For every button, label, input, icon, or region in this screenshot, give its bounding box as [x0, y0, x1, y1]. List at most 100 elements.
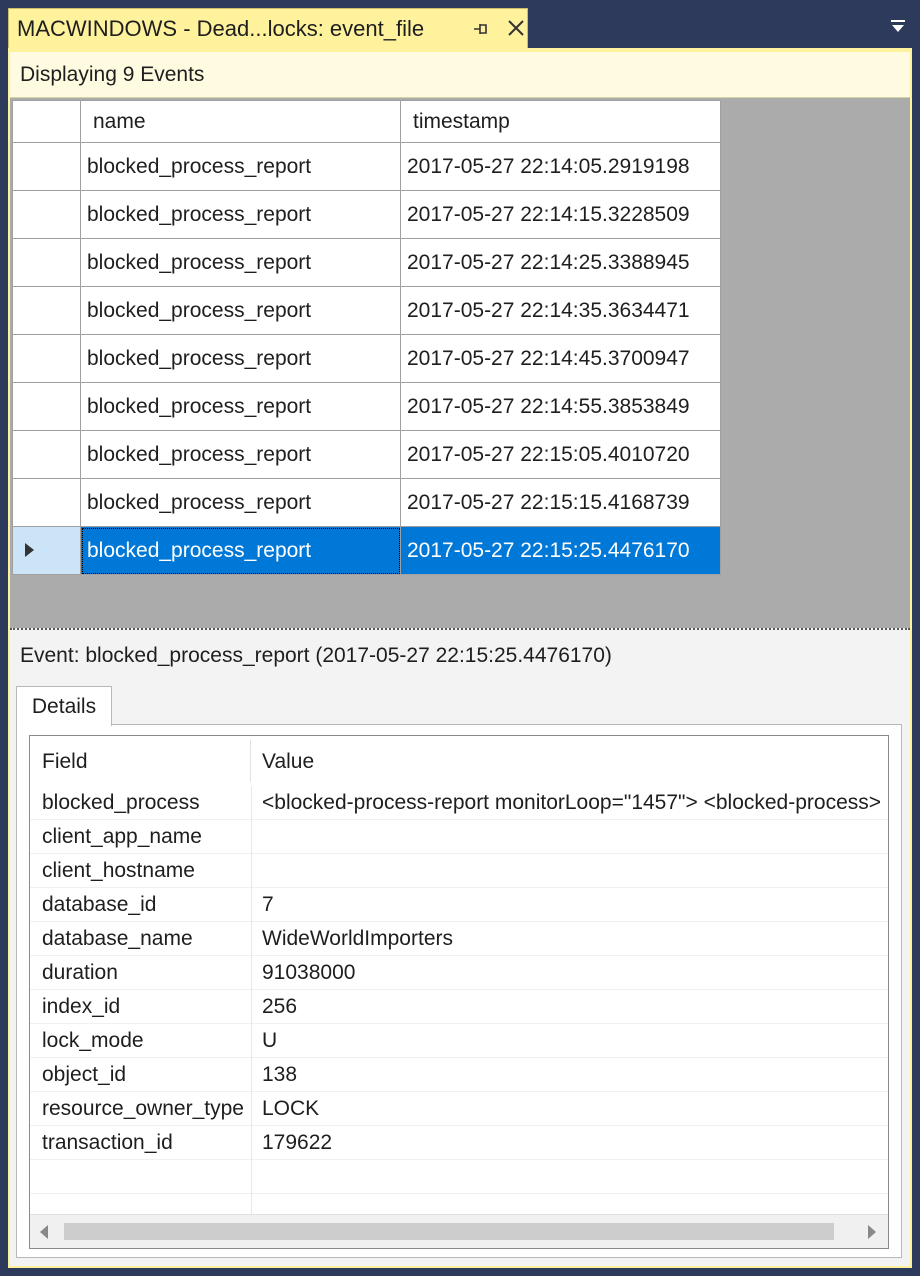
- row-header[interactable]: [12, 334, 81, 383]
- field-value: LOCK: [262, 1097, 320, 1120]
- cell-timestamp[interactable]: 2017-05-27 22:15:25.4476170: [400, 526, 721, 575]
- field-column-header[interactable]: Field: [42, 750, 88, 774]
- tab-details[interactable]: Details: [16, 686, 112, 726]
- column-divider: [251, 786, 252, 820]
- detail-row[interactable]: blocked_process <blocked-process-report …: [30, 786, 888, 820]
- detail-row[interactable]: transaction_id 179622: [30, 1126, 888, 1160]
- cell-name[interactable]: blocked_process_report: [80, 334, 401, 383]
- row-header[interactable]: [12, 430, 81, 479]
- field-name: lock_mode: [42, 1029, 144, 1052]
- row-header[interactable]: [12, 286, 81, 335]
- pin-icon[interactable]: [469, 17, 493, 41]
- cell-name[interactable]: blocked_process_report: [80, 430, 401, 479]
- scroll-thumb[interactable]: [64, 1223, 834, 1240]
- detail-row[interactable]: resource_owner_type LOCK: [30, 1092, 888, 1126]
- cell-name[interactable]: blocked_process_report: [80, 238, 401, 287]
- cell-timestamp[interactable]: 2017-05-27 22:15:15.4168739: [400, 478, 721, 527]
- event-count-text: Displaying 9 Events: [20, 62, 205, 86]
- detail-row-empty: [30, 1160, 888, 1194]
- cell-timestamp[interactable]: 2017-05-27 22:14:35.3634471: [400, 286, 721, 335]
- detail-row[interactable]: database_id 7: [30, 888, 888, 922]
- detail-row[interactable]: duration 91038000: [30, 956, 888, 990]
- cell-name[interactable]: blocked_process_report: [80, 382, 401, 431]
- details-grid: Field Value blocked_process <blocked-pro…: [29, 735, 889, 1249]
- cell-timestamp[interactable]: 2017-05-27 22:14:05.2919198: [400, 142, 721, 191]
- field-name: index_id: [42, 995, 121, 1018]
- scroll-right-icon[interactable]: [868, 1225, 876, 1239]
- field-name: transaction_id: [42, 1131, 173, 1154]
- close-icon[interactable]: [503, 15, 529, 41]
- column-divider: [251, 820, 252, 854]
- field-name: resource_owner_type: [42, 1097, 244, 1120]
- events-grid-area: name timestamp blocked_process_report 20…: [10, 98, 910, 628]
- current-row-arrow-icon: [25, 542, 34, 557]
- table-row[interactable]: blocked_process_report 2017-05-27 22:14:…: [12, 238, 721, 287]
- row-header[interactable]: [12, 190, 81, 239]
- status-bar: Displaying 9 Events: [10, 52, 910, 98]
- cell-name[interactable]: blocked_process_report: [80, 142, 401, 191]
- document-tab[interactable]: MACWINDOWS - Dead...locks: event_file: [8, 8, 528, 48]
- field-name: duration: [42, 961, 118, 984]
- details-header: Field Value: [30, 736, 888, 786]
- field-value: 7: [262, 893, 274, 916]
- detail-row[interactable]: client_hostname: [30, 854, 888, 888]
- cell-timestamp[interactable]: 2017-05-27 22:14:45.3700947: [400, 334, 721, 383]
- row-header-corner: [12, 100, 81, 143]
- table-row[interactable]: blocked_process_report 2017-05-27 22:15:…: [12, 478, 721, 527]
- cell-name[interactable]: blocked_process_report: [80, 286, 401, 335]
- field-value: 179622: [262, 1131, 333, 1154]
- table-row[interactable]: blocked_process_report 2017-05-27 22:14:…: [12, 382, 721, 431]
- cell-name[interactable]: blocked_process_report: [80, 478, 401, 527]
- table-row[interactable]: blocked_process_report 2017-05-27 22:14:…: [12, 334, 721, 383]
- column-header-timestamp[interactable]: timestamp: [400, 100, 721, 143]
- detail-row[interactable]: index_id 256: [30, 990, 888, 1024]
- detail-row[interactable]: object_id 138: [30, 1058, 888, 1092]
- value-column-header[interactable]: Value: [262, 750, 314, 774]
- column-divider: [251, 888, 252, 922]
- scroll-left-icon[interactable]: [40, 1225, 48, 1239]
- event-header: Event: blocked_process_report (2017-05-2…: [20, 644, 612, 667]
- row-header[interactable]: [12, 382, 81, 431]
- field-name: client_hostname: [42, 859, 195, 882]
- detail-row[interactable]: lock_mode U: [30, 1024, 888, 1058]
- detail-row[interactable]: database_name WideWorldImporters: [30, 922, 888, 956]
- row-header[interactable]: [12, 142, 81, 191]
- field-value: 256: [262, 995, 298, 1018]
- row-header[interactable]: [12, 238, 81, 287]
- field-name: blocked_process: [42, 791, 200, 814]
- table-row-selected[interactable]: blocked_process_report 2017-05-27 22:15:…: [12, 526, 721, 575]
- column-divider: [251, 1024, 252, 1058]
- cell-timestamp[interactable]: 2017-05-27 22:15:05.4010720: [400, 430, 721, 479]
- row-header[interactable]: [12, 478, 81, 527]
- field-name: object_id: [42, 1063, 127, 1086]
- table-row[interactable]: blocked_process_report 2017-05-27 22:14:…: [12, 190, 721, 239]
- cell-name[interactable]: blocked_process_report: [80, 190, 401, 239]
- cell-timestamp[interactable]: 2017-05-27 22:14:15.3228509: [400, 190, 721, 239]
- grid-header-row: name timestamp: [12, 100, 721, 143]
- column-divider: [251, 990, 252, 1024]
- document-tab-title: MACWINDOWS - Dead...locks: event_file: [17, 15, 425, 41]
- column-divider[interactable]: [250, 740, 251, 782]
- cell-timestamp[interactable]: 2017-05-27 22:14:25.3388945: [400, 238, 721, 287]
- detail-row[interactable]: client_app_name: [30, 820, 888, 854]
- field-value: 138: [262, 1063, 298, 1086]
- column-header-name[interactable]: name: [80, 100, 401, 143]
- dropdown-icon[interactable]: [886, 14, 910, 38]
- field-name: database_name: [42, 927, 193, 950]
- cell-name[interactable]: blocked_process_report: [80, 526, 401, 575]
- field-value: <blocked-process-report monitorLoop="145…: [262, 791, 882, 814]
- table-row[interactable]: blocked_process_report 2017-05-27 22:14:…: [12, 142, 721, 191]
- column-divider: [251, 1058, 252, 1092]
- row-header[interactable]: [12, 526, 81, 575]
- field-value: U: [262, 1029, 278, 1052]
- panel-splitter[interactable]: [10, 628, 910, 634]
- event-viewer: Displaying 9 Events name timestamp block…: [8, 48, 912, 1268]
- cell-timestamp[interactable]: 2017-05-27 22:14:55.3853849: [400, 382, 721, 431]
- horizontal-scrollbar[interactable]: [30, 1214, 888, 1248]
- table-row[interactable]: blocked_process_report 2017-05-27 22:14:…: [12, 286, 721, 335]
- field-value: 91038000: [262, 961, 356, 984]
- table-row[interactable]: blocked_process_report 2017-05-27 22:15:…: [12, 430, 721, 479]
- column-divider: [251, 854, 252, 888]
- details-panel: Field Value blocked_process <blocked-pro…: [16, 724, 902, 1258]
- column-divider: [251, 1160, 252, 1194]
